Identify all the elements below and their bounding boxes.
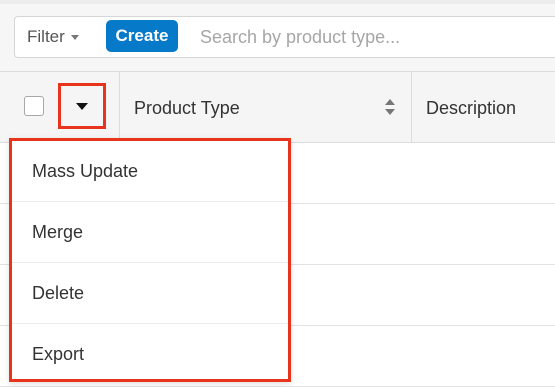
mass-actions-toggle-button[interactable]	[58, 83, 106, 129]
filter-label: Filter	[27, 27, 65, 46]
table-header: Product Type Description	[0, 72, 555, 143]
mass-actions-menu: Mass Update Merge Delete Export	[9, 138, 291, 382]
filter-bar: Filter Create	[0, 0, 555, 72]
create-button[interactable]: Create	[106, 20, 178, 52]
column-divider	[411, 72, 412, 143]
menu-item-delete[interactable]: Delete	[12, 263, 288, 324]
search-input[interactable]	[200, 23, 540, 51]
caret-down-icon	[76, 102, 88, 110]
filter-button[interactable]: Filter	[15, 17, 107, 57]
column-header-product-type[interactable]: Product Type	[134, 98, 240, 119]
column-divider	[119, 72, 120, 143]
menu-item-export[interactable]: Export	[12, 324, 288, 385]
select-all-checkbox[interactable]	[24, 96, 44, 116]
column-header-description[interactable]: Description	[426, 98, 516, 119]
filter-box: Filter Create	[14, 16, 555, 58]
page: Filter Create Product Type Description t…	[0, 0, 555, 387]
menu-item-merge[interactable]: Merge	[12, 202, 288, 263]
caret-down-icon	[70, 34, 79, 40]
sort-icon[interactable]	[384, 98, 396, 116]
menu-item-mass-update[interactable]: Mass Update	[12, 141, 288, 202]
